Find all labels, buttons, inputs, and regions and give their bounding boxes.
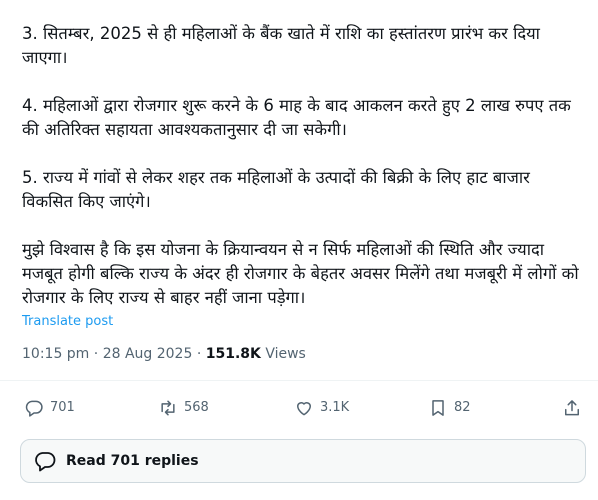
share-button[interactable] bbox=[562, 396, 588, 420]
speech-bubble-icon bbox=[35, 452, 56, 472]
post-paragraph-5: 5. राज्य में गांवों से लेकर शहर तक महिला… bbox=[22, 168, 530, 211]
post-paragraph-4: 4. महिलाओं द्वारा रोजगार शुरू करने के 6 … bbox=[22, 96, 571, 139]
bookmark-count: 82 bbox=[454, 400, 471, 415]
repost-count: 568 bbox=[184, 400, 209, 415]
reply-count: 701 bbox=[50, 400, 75, 415]
meta-separator: · bbox=[93, 346, 99, 362]
post-date[interactable]: 28 Aug 2025 bbox=[103, 346, 193, 362]
bookmark-button[interactable]: 82 bbox=[428, 396, 471, 420]
meta-separator: · bbox=[196, 346, 202, 362]
like-count: 3.1K bbox=[320, 400, 350, 415]
repost-button[interactable]: 568 bbox=[158, 396, 209, 420]
translate-post-link[interactable]: Translate post bbox=[22, 314, 113, 329]
reply-button[interactable]: 701 bbox=[24, 396, 75, 420]
read-replies-label: Read 701 replies bbox=[66, 453, 199, 469]
post-paragraph-closing: मुझे विश्वास है कि इस योजना के क्रियान्व… bbox=[22, 240, 579, 307]
divider bbox=[0, 380, 598, 381]
post-body: 3. सितम्बर, 2025 से ही महिलाओं के बैंक ख… bbox=[22, 22, 582, 310]
heart-icon bbox=[297, 402, 311, 416]
like-button[interactable]: 3.1K bbox=[294, 396, 349, 420]
post-meta: 10:15 pm · 28 Aug 2025 · 151.8K Views bbox=[22, 346, 306, 362]
action-bar: 701 568 3.1K 82 bbox=[22, 396, 588, 420]
bookmark-icon bbox=[432, 400, 444, 416]
read-replies-button[interactable]: Read 701 replies bbox=[20, 439, 586, 483]
views-label: Views bbox=[265, 346, 306, 362]
share-icon bbox=[565, 400, 579, 416]
repost-icon bbox=[161, 400, 175, 416]
post-paragraph-3: 3. सितम्बर, 2025 से ही महिलाओं के बैंक ख… bbox=[22, 24, 540, 67]
views-count: 151.8K bbox=[205, 346, 261, 362]
reply-icon bbox=[25, 400, 43, 417]
post-time[interactable]: 10:15 pm bbox=[22, 346, 89, 362]
